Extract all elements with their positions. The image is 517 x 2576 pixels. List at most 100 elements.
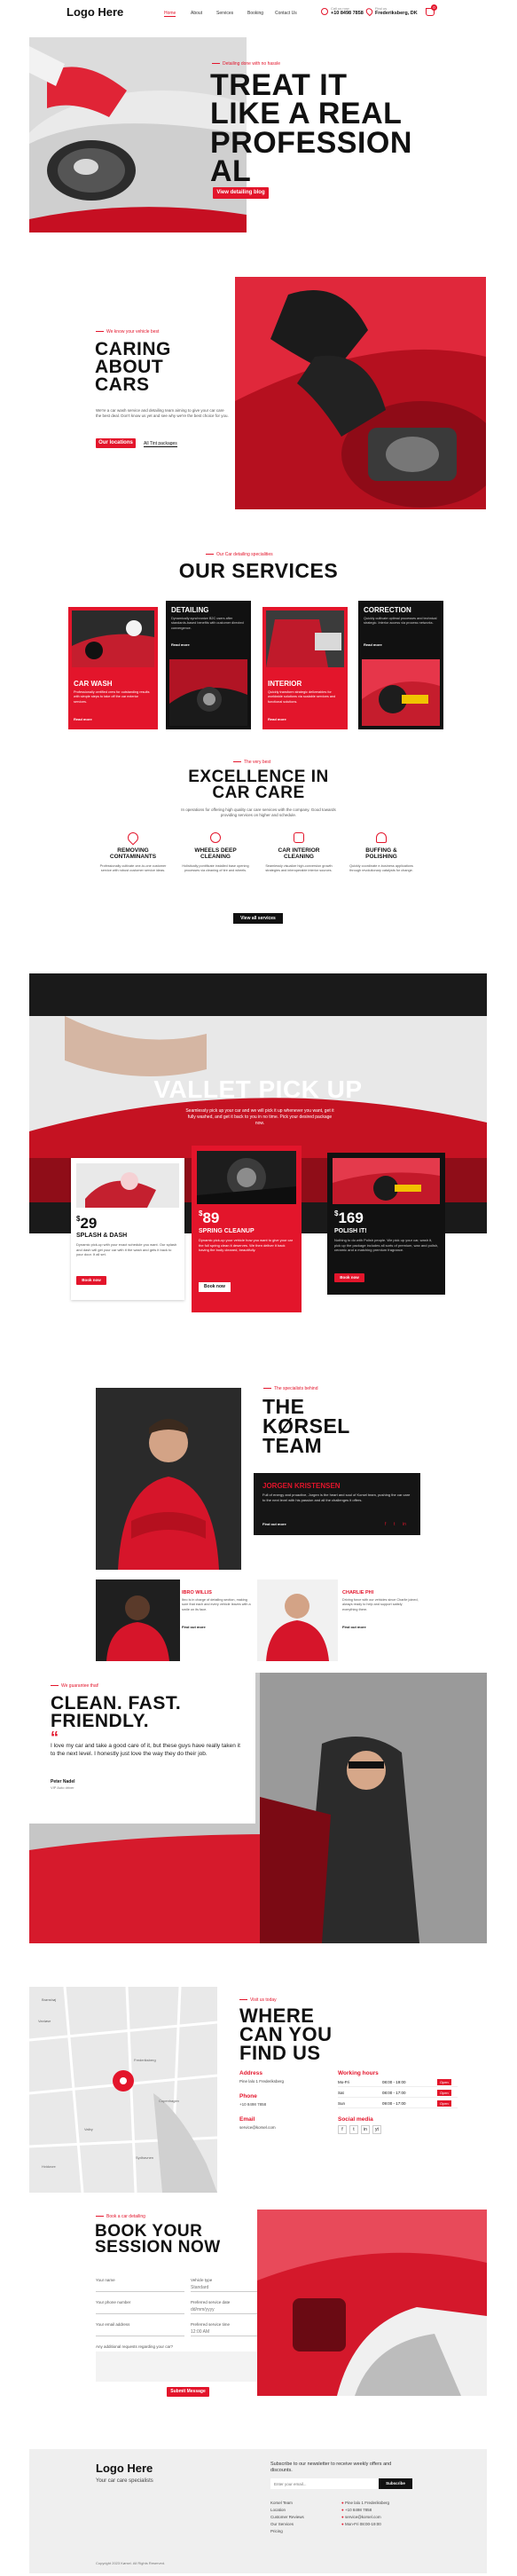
- footer-link[interactable]: Customer Reviews: [270, 2515, 333, 2519]
- member-ibro-text: Ibro is in charge of detailing section, …: [182, 1598, 251, 1611]
- header-phone[interactable]: +10 8498 7858: [331, 11, 364, 16]
- youtube-icon[interactable]: yt: [372, 2125, 381, 2134]
- member-ibro-name: IBRO WILLIS: [182, 1590, 212, 1595]
- email-address-field[interactable]: [96, 2328, 184, 2336]
- phone-number-field[interactable]: [96, 2306, 184, 2314]
- polisher-icon: [376, 832, 387, 843]
- name-label: Your name: [96, 2278, 115, 2282]
- feature-title-line: WHEELS DEEP: [194, 847, 237, 854]
- message-textarea[interactable]: [96, 2351, 279, 2382]
- nav-about[interactable]: About: [191, 11, 202, 16]
- logo[interactable]: Logo Here: [67, 5, 123, 19]
- valet-section: VALLET PICK UP Seamlessly pick up your c…: [29, 973, 487, 1351]
- service-card-detailing[interactable]: DETAILING Dynamically synchronize B2C us…: [166, 601, 251, 729]
- address-label: Address: [239, 2070, 263, 2076]
- service-card-car-wash[interactable]: CAR WASH Professionally certified crew f…: [68, 607, 158, 729]
- feature-text: Seamlessly visualize high-conversion gro…: [265, 863, 333, 873]
- about-packages-link[interactable]: All Tint packages: [144, 441, 177, 447]
- location-title: WHERE CAN YOU FIND US: [239, 2006, 333, 2064]
- polish-book-button[interactable]: Book now: [334, 1273, 364, 1282]
- email-value[interactable]: service@korsel.com: [239, 2125, 276, 2130]
- footer-email[interactable]: service@korsel.com: [345, 2515, 381, 2519]
- service-time-label: Preferred service time: [191, 2322, 231, 2327]
- facebook-icon[interactable]: f: [338, 2125, 347, 2134]
- twitter-icon[interactable]: t: [394, 1522, 395, 1527]
- team-lead-photo: [96, 1388, 241, 1570]
- package-spring-cleanup[interactable]: $89 SPRING CLEANUP Dynamic pick-up your …: [192, 1146, 302, 1312]
- member-charlie-name: CHARLIE PHI: [342, 1590, 374, 1595]
- about-locations-button[interactable]: Our locations: [96, 438, 136, 448]
- spring-book-button[interactable]: Book now: [199, 1282, 231, 1292]
- interior-read-more[interactable]: Read more: [268, 717, 286, 721]
- correction-text: Quickly cultivate optimal processes and …: [364, 617, 437, 626]
- nav-contact[interactable]: Contact Us: [275, 11, 297, 16]
- package-splash-dash[interactable]: $29 SPLASH & DASH Dynamic pick-up with y…: [71, 1158, 184, 1300]
- correction-image: [362, 659, 440, 726]
- service-card-interior[interactable]: INTERIOR Quickly transform strategic del…: [262, 607, 348, 729]
- footer-phone[interactable]: +10 8498 7858: [345, 2508, 372, 2512]
- service-card-correction[interactable]: CORRECTION Quickly cultivate optimal pro…: [358, 601, 443, 729]
- nav-home[interactable]: Home: [164, 11, 176, 17]
- map[interactable]: Vanløse Frederiksberg Valby Copenhagen S…: [29, 1987, 217, 2193]
- twitter-icon[interactable]: t: [349, 2125, 358, 2134]
- newsletter-email-input[interactable]: [270, 2478, 379, 2489]
- newsletter-text: Subscribe to our newsletter to receive w…: [270, 2462, 392, 2474]
- footer-link[interactable]: Our Services: [270, 2522, 333, 2526]
- valet-text: Seamlessly pick up your car and we will …: [185, 1108, 334, 1126]
- phone-value[interactable]: +10 8498 7858: [239, 2102, 266, 2107]
- feature-buffing-polishing: BUFFING & POLISHING Quickly coordinate e…: [346, 832, 417, 874]
- nav-services[interactable]: Services: [216, 11, 233, 16]
- booking-image: [257, 2210, 487, 2396]
- testimonial-title-line: CLEAN. FAST.: [51, 1693, 182, 1713]
- member-charlie-link[interactable]: Find out more: [342, 1625, 366, 1629]
- team-lead-link[interactable]: Find out more: [262, 1522, 286, 1526]
- location-title-line: FIND US: [239, 2041, 321, 2064]
- service-date-label: Preferred service date: [191, 2300, 231, 2304]
- name-field[interactable]: [96, 2284, 184, 2292]
- services-kicker: Our Car detailing specialities: [206, 552, 273, 557]
- hours-row: Mo-Fri 08:00 - 19:00 Open: [338, 2079, 458, 2087]
- member-ibro-link[interactable]: Find out more: [182, 1625, 206, 1629]
- about-image: [235, 277, 486, 509]
- feature-title-line: BUFFING &: [365, 847, 397, 854]
- splash-book-button[interactable]: Book now: [76, 1276, 106, 1285]
- footer-logo[interactable]: Logo Here: [96, 2462, 153, 2475]
- excellence-section: The very best EXCELLENCE IN CAR CARE In …: [0, 754, 517, 941]
- view-all-services-button[interactable]: View all services: [233, 913, 283, 924]
- feature-text: Professionally cultivate one-to-one cust…: [99, 863, 167, 873]
- location-icon: [364, 6, 374, 17]
- services-title: OUR SERVICES: [178, 559, 339, 582]
- email-address-label: Your email address: [96, 2322, 130, 2327]
- header-address[interactable]: Frederiksberg, DK: [375, 11, 418, 16]
- linkedin-icon[interactable]: in: [403, 1522, 406, 1527]
- car-wash-text: Professionally certified crew for outsta…: [74, 690, 150, 704]
- footer-link[interactable]: Pricing: [270, 2529, 333, 2533]
- facebook-icon[interactable]: f: [385, 1522, 386, 1527]
- hero-cta-button[interactable]: View detailing blog: [213, 187, 269, 199]
- package-polish-it[interactable]: $169 POLISH IT! Nothing to do with Polis…: [327, 1153, 445, 1295]
- hours-badge: Open: [437, 2100, 451, 2107]
- hero-title-line: TREAT IT: [210, 68, 348, 102]
- booking-section: Book a car detailing BOOK YOUR SESSION N…: [0, 2210, 517, 2400]
- clock-icon: ●: [341, 2522, 344, 2526]
- car-wash-read-more[interactable]: Read more: [74, 717, 92, 721]
- wheel-icon: [210, 832, 221, 843]
- splash-price: $29: [76, 1215, 98, 1232]
- splash-price-value: 29: [80, 1215, 98, 1232]
- polish-image: [333, 1158, 440, 1204]
- correction-read-more[interactable]: Read more: [364, 642, 382, 647]
- submit-button[interactable]: Submit Message: [167, 2387, 209, 2397]
- linkedin-icon[interactable]: in: [361, 2125, 370, 2134]
- detailing-read-more[interactable]: Read more: [171, 642, 190, 647]
- nav-booking[interactable]: Booking: [247, 11, 263, 16]
- footer-address: Pine lalo 1 Frederiksberg: [344, 2501, 390, 2505]
- footer-link[interactable]: Location: [270, 2508, 333, 2512]
- footer-link[interactable]: Korsel Team: [270, 2501, 333, 2505]
- vehicle-type-label: Vehicle type: [191, 2278, 213, 2282]
- team-lead-card[interactable]: JORGEN KRISTENSEN Full of energy and pro…: [254, 1473, 420, 1535]
- subscribe-button[interactable]: Subscribe: [379, 2478, 412, 2489]
- interior-image: [266, 611, 344, 667]
- map-label: Brønshøj: [42, 1997, 57, 2002]
- footer-hours: Mon-Fri 08:00-19:00: [344, 2522, 381, 2526]
- booking-kicker: Book a car detailing: [96, 2214, 145, 2219]
